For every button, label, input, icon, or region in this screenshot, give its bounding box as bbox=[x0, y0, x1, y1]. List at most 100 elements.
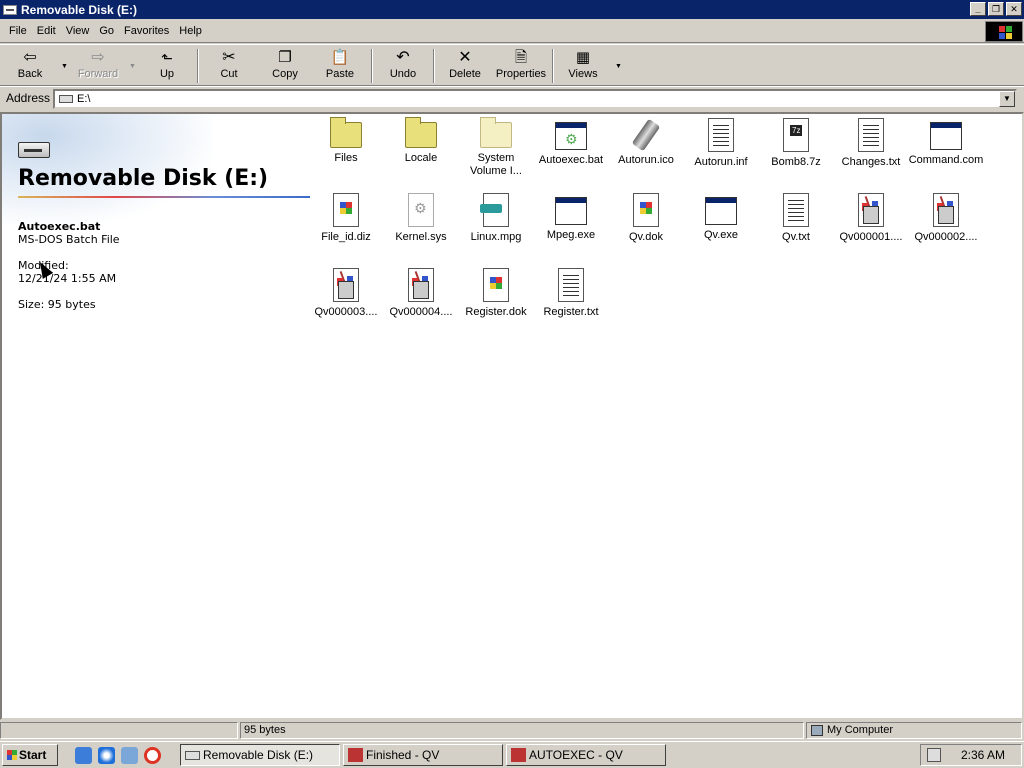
file-item[interactable]: Qv000004.... bbox=[383, 268, 459, 319]
file-item[interactable]: Linux.mpg bbox=[458, 193, 534, 244]
text-file-icon bbox=[558, 268, 584, 302]
file-item[interactable]: Autorun.inf bbox=[683, 118, 759, 169]
address-dropdown-button[interactable]: ▼ bbox=[999, 91, 1015, 107]
restore-button[interactable]: ❐ bbox=[988, 2, 1004, 16]
status-zone: My Computer bbox=[806, 722, 1022, 739]
close-button[interactable]: ✕ bbox=[1006, 2, 1022, 16]
settings-file-icon bbox=[708, 118, 734, 152]
menu-go[interactable]: Go bbox=[94, 25, 119, 37]
file-item[interactable]: Locale bbox=[383, 117, 459, 165]
file-item[interactable]: Qv.exe bbox=[683, 193, 759, 242]
pencil-cup-icon bbox=[408, 268, 434, 302]
folder-icon bbox=[330, 117, 362, 148]
toolbar-separator bbox=[197, 49, 199, 83]
menu-help[interactable]: Help bbox=[174, 25, 207, 37]
address-input[interactable]: E:\ ▼ bbox=[53, 89, 1017, 109]
file-item[interactable]: Qv000002.... bbox=[908, 193, 984, 244]
window-title: Removable Disk (E:) bbox=[21, 2, 138, 17]
properties-button[interactable]: 🗎 Properties bbox=[493, 48, 549, 84]
qv-app-icon bbox=[511, 748, 526, 762]
text-file-icon bbox=[858, 118, 884, 152]
selected-file-type: MS-DOS Batch File bbox=[18, 233, 120, 246]
task-label: AUTOEXEC - QV bbox=[529, 748, 623, 762]
clock[interactable]: 2:36 AM bbox=[961, 748, 1005, 762]
internet-explorer-icon[interactable] bbox=[98, 747, 115, 764]
menu-file[interactable]: File bbox=[4, 25, 32, 37]
drive-icon bbox=[185, 751, 200, 760]
properties-icon: 🗎 bbox=[514, 49, 528, 66]
folder-view[interactable]: Removable Disk (E:) Autoexec.bat MS-DOS … bbox=[0, 112, 1024, 720]
taskbar: Start Removable Disk (E:) Finished - QV … bbox=[0, 741, 1024, 768]
application-icon bbox=[705, 197, 737, 225]
file-item[interactable]: Changes.txt bbox=[833, 118, 909, 169]
file-item[interactable]: Files bbox=[308, 117, 384, 165]
tray-app-icon[interactable] bbox=[927, 748, 941, 762]
menu-edit[interactable]: Edit bbox=[32, 25, 61, 37]
forward-button[interactable]: ⇨ Forward bbox=[70, 48, 126, 84]
status-size: 95 bytes bbox=[240, 722, 804, 739]
file-item[interactable]: Command.com bbox=[908, 118, 984, 167]
file-item[interactable]: Autorun.ico bbox=[608, 118, 684, 167]
modified-value: 12/21/24 1:55 AM bbox=[18, 272, 117, 285]
start-label: Start bbox=[19, 748, 47, 762]
folder-icon bbox=[405, 117, 437, 148]
toolbar-separator bbox=[371, 49, 373, 83]
file-item[interactable]: Register.txt bbox=[533, 268, 609, 319]
opera-icon[interactable] bbox=[144, 747, 161, 764]
up-folder-icon: ⬑ bbox=[161, 50, 173, 66]
document-icon bbox=[633, 193, 659, 227]
file-item[interactable]: Kernel.sys bbox=[383, 193, 459, 244]
title-bar[interactable]: Removable Disk (E:) _ ❐ ✕ bbox=[0, 0, 1024, 19]
show-desktop-icon[interactable] bbox=[75, 747, 92, 764]
batch-file-icon bbox=[555, 122, 587, 150]
forward-dropdown-icon[interactable]: ▼ bbox=[129, 63, 136, 70]
copy-button[interactable]: ❐ Copy bbox=[257, 48, 313, 84]
views-dropdown-icon[interactable]: ▼ bbox=[615, 63, 622, 70]
back-button[interactable]: ⇦ Back bbox=[2, 48, 58, 84]
scissors-icon: ✂ bbox=[222, 49, 236, 66]
up-button[interactable]: ⬑ Up bbox=[139, 48, 195, 84]
system-file-icon bbox=[408, 193, 434, 227]
toolbar-separator bbox=[552, 49, 554, 83]
status-zone-label: My Computer bbox=[827, 724, 894, 736]
task-removable-disk[interactable]: Removable Disk (E:) bbox=[180, 744, 340, 766]
file-item[interactable]: Qv000001.... bbox=[833, 193, 909, 244]
start-button[interactable]: Start bbox=[2, 744, 58, 766]
menu-view[interactable]: View bbox=[61, 25, 95, 37]
file-item[interactable]: Autoexec.bat bbox=[533, 118, 609, 167]
menu-favorites[interactable]: Favorites bbox=[119, 25, 174, 37]
file-item[interactable]: Qv.dok bbox=[608, 193, 684, 244]
panel-title: Removable Disk (E:) bbox=[18, 166, 269, 191]
file-item[interactable]: Bomb8.7z bbox=[758, 118, 834, 169]
file-item[interactable]: File_id.diz bbox=[308, 193, 384, 244]
delete-button[interactable]: ✕ Delete bbox=[437, 48, 493, 84]
address-bar: Address E:\ ▼ bbox=[0, 86, 1024, 110]
undo-button[interactable]: ↶ Undo bbox=[375, 48, 431, 84]
file-size: Size: 95 bytes bbox=[18, 298, 96, 311]
system-tray: 2:36 AM bbox=[920, 744, 1022, 766]
standard-toolbar: ⇦ Back ▼ ⇨ Forward ▼ ⬑ Up ✂ Cut ❐ Copy 📋… bbox=[0, 44, 1024, 86]
back-dropdown-icon[interactable]: ▼ bbox=[61, 63, 68, 70]
task-autoexec-qv[interactable]: AUTOEXEC - QV bbox=[506, 744, 666, 766]
cut-button[interactable]: ✂ Cut bbox=[201, 48, 257, 84]
task-finished-qv[interactable]: Finished - QV bbox=[343, 744, 503, 766]
drive-icon bbox=[59, 95, 73, 103]
network-icon[interactable] bbox=[121, 747, 138, 764]
application-icon bbox=[930, 122, 962, 150]
file-item[interactable]: Mpeg.exe bbox=[533, 193, 609, 242]
task-label: Finished - QV bbox=[366, 748, 440, 762]
back-arrow-icon: ⇦ bbox=[23, 49, 37, 66]
toolbar-separator bbox=[433, 49, 435, 83]
file-item[interactable]: Register.dok bbox=[458, 268, 534, 319]
removable-drive-icon bbox=[18, 142, 50, 158]
document-icon bbox=[483, 268, 509, 302]
file-item[interactable]: Qv.txt bbox=[758, 193, 834, 244]
file-item[interactable]: System Volume I... bbox=[458, 117, 534, 178]
views-button[interactable]: ▦ Views bbox=[555, 48, 611, 84]
address-label: Address bbox=[6, 91, 51, 105]
address-value: E:\ bbox=[77, 93, 91, 105]
minimize-button[interactable]: _ bbox=[970, 2, 986, 16]
paste-button[interactable]: 📋 Paste bbox=[312, 48, 368, 84]
status-bar: 95 bytes My Computer bbox=[0, 721, 1024, 740]
file-item[interactable]: Qv000003.... bbox=[308, 268, 384, 319]
